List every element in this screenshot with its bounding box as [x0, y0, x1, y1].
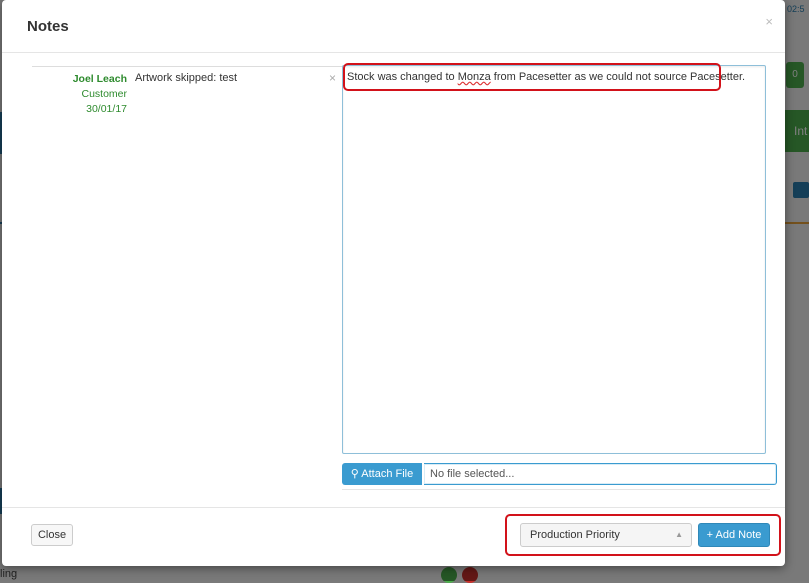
attach-file-button[interactable]: ⚲ Attach File: [342, 463, 422, 485]
add-note-button[interactable]: + Add Note: [698, 523, 770, 547]
caret-up-icon: ▲: [675, 530, 683, 539]
misspelled-word: Monza: [457, 71, 491, 83]
note-meta: Joel Leach Customer 30/01/17: [32, 72, 127, 117]
close-icon[interactable]: ×: [765, 15, 773, 28]
priority-value: Production Priority: [530, 529, 620, 541]
divider: [342, 489, 770, 490]
modal-header: Notes ×: [2, 0, 785, 53]
plus-icon: +: [706, 529, 714, 541]
note-text: Artwork skipped: test: [135, 72, 238, 84]
file-status-field[interactable]: No file selected...: [424, 463, 777, 485]
list-item: Joel Leach Customer 30/01/17 Artwork ski…: [32, 67, 342, 127]
note-role: Customer: [81, 88, 127, 100]
note-date: 30/01/17: [86, 103, 127, 115]
note-author: Joel Leach: [72, 73, 127, 85]
notes-list: Joel Leach Customer 30/01/17 Artwork ski…: [32, 66, 342, 127]
modal-title: Notes: [27, 18, 69, 35]
add-note-label: Add Note: [715, 529, 762, 541]
attach-file-row: ⚲ Attach File No file selected...: [342, 463, 777, 485]
delete-note-icon[interactable]: ×: [329, 71, 336, 85]
priority-select[interactable]: Production Priority ▲: [520, 523, 692, 547]
close-button[interactable]: Close: [31, 524, 73, 546]
modal-footer: Close Production Priority ▲ + Add Note: [2, 507, 785, 566]
attach-file-label: Attach File: [361, 468, 414, 480]
note-text-part: from Pacesetter as we could not source P…: [490, 71, 746, 83]
search-icon: ⚲: [350, 468, 359, 480]
notes-modal: Notes × Joel Leach Customer 30/01/17 Art…: [2, 0, 785, 566]
note-textarea[interactable]: Stock was changed to Monza from Pacesett…: [342, 65, 766, 454]
note-text-part: Stock was changed to: [347, 71, 458, 83]
